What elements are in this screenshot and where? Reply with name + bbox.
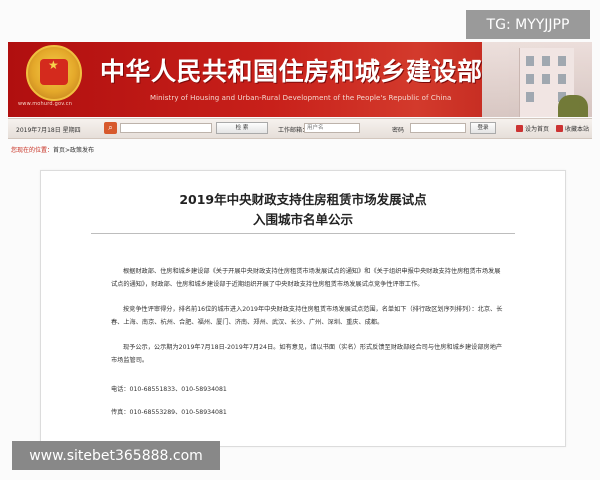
breadcrumb-path[interactable]: 首页>政策发布 xyxy=(53,147,94,154)
watermark-top: TG: MYYJJPP xyxy=(466,10,590,39)
toolbar: 2019年7月18日 星期四 ⌕ 检 索 工作邮箱： 用户名 密码 登录 设为首… xyxy=(8,118,592,139)
username-input[interactable]: 用户名 xyxy=(304,123,360,133)
search-button[interactable]: 检 索 xyxy=(216,122,268,134)
watermark-bottom: www.sitebet365888.com xyxy=(12,441,220,470)
breadcrumb: 您现在的位置：首页>政策发布 xyxy=(11,145,94,154)
current-date: 2019年7月18日 星期四 xyxy=(16,127,81,134)
article-paragraph-2: 按竞争性评审得分，排名前16位的城市进入2019年中央财政支持住房租赁市场发展试… xyxy=(111,306,503,326)
home-icon xyxy=(516,125,523,132)
add-favorite-link[interactable]: 收藏本站 xyxy=(556,124,589,133)
login-button[interactable]: 登录 xyxy=(470,122,496,134)
article-title-line2: 入围城市名单公示 xyxy=(252,212,353,227)
contact-fax: 传真：010-68553289、010-58934081 xyxy=(111,409,227,416)
page: TG: MYYJJPP ★ www.mohurd.gov.cn 中华人民共和国住… xyxy=(0,0,600,480)
search-input[interactable] xyxy=(120,123,212,133)
article-title-line1: 2019年中央财政支持住房租赁市场发展试点 xyxy=(179,192,427,207)
site-url: www.mohurd.gov.cn xyxy=(18,101,73,107)
favorite-icon xyxy=(556,125,563,132)
article-paragraph-3: 现予公示，公示期为2019年7月18日-2019年7月24日。如有意见，请以书面… xyxy=(111,344,503,364)
header-banner: ★ www.mohurd.gov.cn 中华人民共和国住房和城乡建设部 Mini… xyxy=(8,42,592,117)
building-image xyxy=(482,42,592,117)
password-label: 密码 xyxy=(392,127,405,134)
password-input[interactable] xyxy=(410,123,466,133)
article-paragraph-1: 根据财政部、住房和城乡建设部《关于开展中央财政支持住房租赁市场发展试点的通知》和… xyxy=(111,268,501,288)
title-divider xyxy=(91,233,515,234)
site-title: 中华人民共和国住房和城乡建设部 xyxy=(100,57,483,86)
site-subtitle: Ministry of Housing and Urban-Rural Deve… xyxy=(150,94,452,102)
set-home-link[interactable]: 设为首页 xyxy=(516,124,549,133)
search-icon[interactable]: ⌕ xyxy=(104,122,117,134)
contact-phone: 电话：010-68551833、010-58934081 xyxy=(111,386,227,393)
article-panel: 2019年中央财政支持住房租赁市场发展试点 入围城市名单公示 根据财政部、住房和… xyxy=(40,170,566,447)
breadcrumb-label: 您现在的位置： xyxy=(11,147,54,154)
national-emblem-icon: ★ xyxy=(26,45,82,101)
